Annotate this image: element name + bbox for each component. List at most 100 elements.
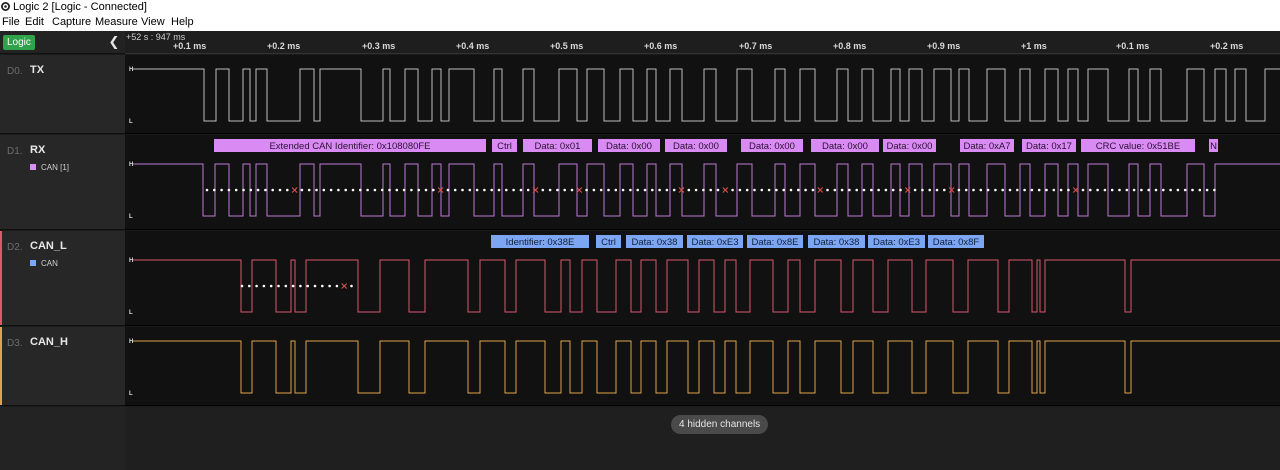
sample-dot [826, 188, 829, 192]
sample-dot [760, 188, 764, 192]
time-ruler[interactable]: +52 s : 947 ms +0.1 ms +0.2 ms +0.3 ms +… [125, 31, 1280, 54]
level-high-label: H [129, 339, 133, 345]
sample-dot [286, 188, 289, 192]
sample-dot [461, 188, 464, 192]
analyzer-name: CAN [41, 259, 58, 268]
sample-dot [687, 188, 691, 192]
hidden-channels-button[interactable]: 4 hidden channels [671, 415, 769, 434]
sample-dot [315, 188, 318, 192]
sample-dot [313, 284, 317, 288]
sample-dot [1154, 188, 1158, 192]
sample-dot [789, 188, 793, 192]
sample-dot [694, 188, 698, 192]
channel-row-can-h[interactable]: D3. CAN_H [0, 327, 125, 406]
time-tick: +0.9 ms [927, 41, 961, 51]
sample-dot [1045, 188, 1048, 192]
sample-dot [1176, 188, 1180, 192]
sample-dot [775, 188, 778, 192]
sample-dot [1052, 188, 1056, 192]
menu-edit[interactable]: Edit [25, 14, 44, 31]
level-low-label: L [129, 310, 133, 316]
waveform-can-l[interactable]: H L Identifier: 0x38E Ctrl Data: 0x38 Data: 0… [125, 231, 1280, 326]
sample-dot [402, 188, 406, 192]
sample-dot [1059, 188, 1063, 192]
frame-label: Data: 0x00 [749, 141, 795, 152]
sample-dot [242, 188, 245, 192]
decoded-frame: Data: 0x8E [747, 235, 803, 248]
analyzer-name: CAN [1] [41, 163, 70, 172]
channel-index: D1. [7, 146, 23, 157]
sample-dot [804, 188, 807, 192]
menu-capture[interactable]: Capture [52, 14, 91, 31]
decoded-frame: Data: 0x38 [808, 235, 865, 248]
waveform-can-h-svg: HL [129, 339, 1280, 397]
analyzer-label[interactable]: CAN [1] [30, 163, 69, 172]
time-tick: +0.1 ms [173, 41, 207, 51]
decoded-frame: Data: 0x01 [523, 139, 592, 152]
frame-label: Identifier: 0x38E [506, 237, 575, 248]
sample-dot [1008, 188, 1012, 192]
sample-dot [490, 188, 494, 192]
waveform-can-h[interactable]: HL [125, 327, 1280, 406]
sample-dot [972, 188, 975, 192]
waveform-rx[interactable]: H L Extended CAN Identifier: 0x108080FE Ctr… [125, 135, 1280, 230]
channel-index: D0. [7, 66, 23, 77]
sample-dot [388, 188, 391, 192]
stuff-bit-marker [817, 187, 824, 193]
sample-dot [614, 188, 618, 192]
sample-dot [1067, 188, 1070, 192]
sample-dot [307, 188, 311, 192]
sample-dot [505, 188, 508, 192]
sample-dot [716, 188, 720, 192]
channel-color-stripe [0, 327, 2, 405]
channel-row-tx[interactable]: D0. TX [0, 55, 125, 134]
device-badge[interactable]: Logic [3, 35, 35, 50]
channel-name[interactable]: RX [30, 144, 45, 156]
sample-dot [943, 188, 946, 192]
analyzer-label[interactable]: CAN [30, 259, 58, 268]
sample-dot [592, 188, 596, 192]
frame-label: Data: 0x00 [822, 141, 868, 152]
sample-dot [306, 284, 309, 288]
sample-dot [468, 188, 472, 192]
sample-dot [848, 188, 851, 192]
sample-dot [269, 284, 273, 288]
sample-dot [585, 188, 588, 192]
signal-trace [133, 163, 1280, 217]
sample-dot [709, 188, 712, 192]
level-high-label: H [129, 258, 133, 264]
stuff-bit-marker [904, 187, 911, 193]
channel-name[interactable]: CAN_L [30, 240, 67, 252]
decoded-frame: Ctrl [492, 139, 517, 152]
sample-dot [519, 188, 523, 192]
menu-measure[interactable]: Measure [95, 14, 138, 31]
waveform-tx[interactable]: HL [125, 55, 1280, 134]
sample-dot [1118, 188, 1121, 192]
menu-view[interactable]: View [141, 14, 165, 31]
channel-row-rx[interactable]: D1. RX CAN [1] [0, 135, 125, 230]
decoded-frame: Data: 0x17 [1022, 139, 1076, 152]
title-bar: Logic 2 [Logic - Connected] [0, 0, 1280, 14]
sample-dot [862, 188, 866, 192]
sample-dot [797, 188, 800, 192]
sample-dot [767, 188, 771, 192]
level-low-label: L [129, 391, 133, 397]
analyzer-color-swatch [30, 260, 36, 266]
channel-name[interactable]: TX [30, 64, 44, 76]
sample-dot [1023, 188, 1026, 192]
channel-name[interactable]: CAN_H [30, 336, 68, 348]
channel-row-can-l[interactable]: D2. CAN_L CAN [0, 231, 125, 326]
chevron-left-icon[interactable]: ❮ [108, 34, 120, 50]
sample-dot [262, 284, 266, 288]
sample-dot [753, 188, 756, 192]
sample-dot [1089, 188, 1092, 192]
menu-file[interactable]: File [2, 14, 20, 31]
stuff-bit-marker [1072, 187, 1079, 193]
decoded-frame: Data: 0xE3 [868, 235, 925, 248]
sample-dot [512, 188, 515, 192]
level-low-label: L [129, 214, 133, 220]
time-tick: +0.5 ms [550, 41, 584, 51]
time-tick: +0.7 ms [739, 41, 773, 51]
menu-help[interactable]: Help [171, 14, 194, 31]
sample-dot [884, 188, 888, 192]
